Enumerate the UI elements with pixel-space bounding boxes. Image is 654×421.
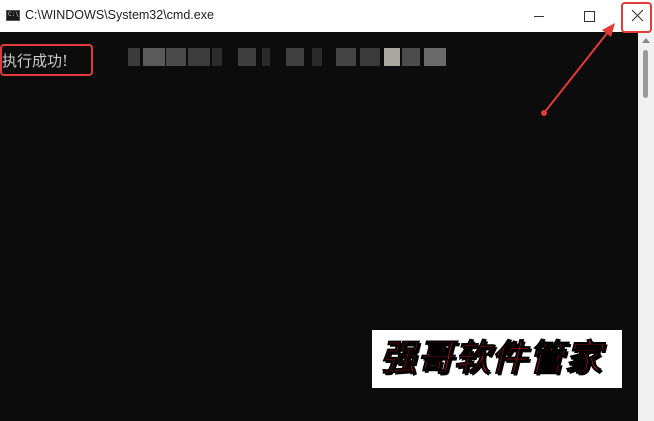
watermark-text: 强哥软件管家 <box>379 338 603 380</box>
watermark-banner: 强哥软件管家 <box>372 330 622 388</box>
